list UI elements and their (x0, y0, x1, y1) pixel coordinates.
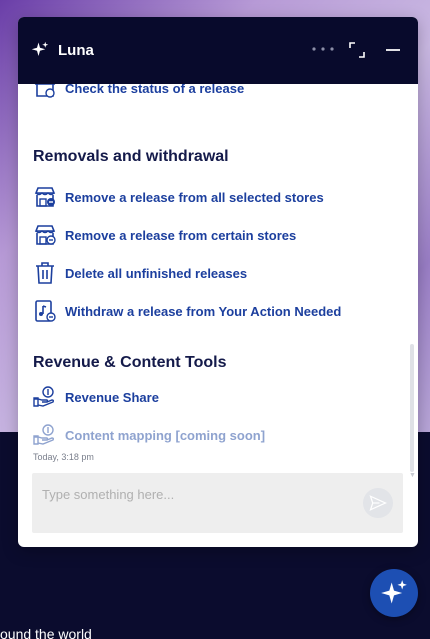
item-label: Remove a release from all selected store… (65, 189, 324, 205)
section-title-removals: Removals and withdrawal (33, 148, 229, 165)
scroll-down-icon[interactable]: ▼ (409, 472, 416, 479)
chat-header: Luna (18, 17, 418, 84)
chat-message-list[interactable]: Check the status of a release Removals a… (18, 84, 418, 477)
item-label: Delete all unfinished releases (65, 265, 248, 281)
store-remove-icon (34, 187, 56, 207)
message-input[interactable] (42, 484, 352, 504)
item-label: Withdraw a release from Your Action Need… (65, 303, 342, 319)
hand-coin-icon (33, 424, 55, 445)
list-item-content-mapping: Content mapping [coming soon] (33, 423, 265, 447)
chat-title: Luna (58, 42, 94, 59)
expand-icon[interactable] (349, 42, 365, 58)
sparkle-icon (381, 580, 407, 604)
background-page-text: ound the world (0, 626, 92, 639)
item-label: Check the status of a release (65, 84, 245, 96)
message-timestamp: Today, 3:18 pm (33, 452, 94, 462)
list-item-withdraw-release[interactable]: Withdraw a release from Your Action Need… (33, 299, 341, 323)
item-label: Revenue Share (65, 389, 159, 405)
store-remove-partial-icon (34, 225, 56, 245)
scrollbar-thumb[interactable] (410, 344, 414, 472)
assistant-launcher-button[interactable] (370, 569, 418, 617)
send-button[interactable] (363, 488, 393, 518)
section-title-revenue: Revenue & Content Tools (33, 354, 227, 371)
more-options-icon[interactable] (311, 45, 335, 53)
chat-window: Luna Check the status of a release Remov… (18, 17, 418, 547)
minimize-icon[interactable] (385, 42, 401, 58)
item-label: Remove a release from certain stores (65, 227, 297, 243)
store-check-icon (34, 84, 56, 98)
list-item-delete-unfinished[interactable]: Delete all unfinished releases (33, 261, 247, 285)
item-label: Content mapping [coming soon] (65, 427, 266, 443)
music-doc-withdraw-icon (35, 300, 56, 322)
list-item-revenue-share[interactable]: Revenue Share (33, 385, 159, 409)
send-icon (369, 495, 387, 511)
list-item-remove-certain-stores[interactable]: Remove a release from certain stores (33, 223, 296, 247)
hand-coin-icon (33, 386, 55, 407)
trash-icon (36, 262, 54, 284)
sparkle-icon (31, 41, 49, 56)
list-item-remove-all-stores[interactable]: Remove a release from all selected store… (33, 185, 324, 209)
message-composer (32, 473, 403, 533)
list-item-check-status[interactable]: Check the status of a release (33, 84, 244, 100)
